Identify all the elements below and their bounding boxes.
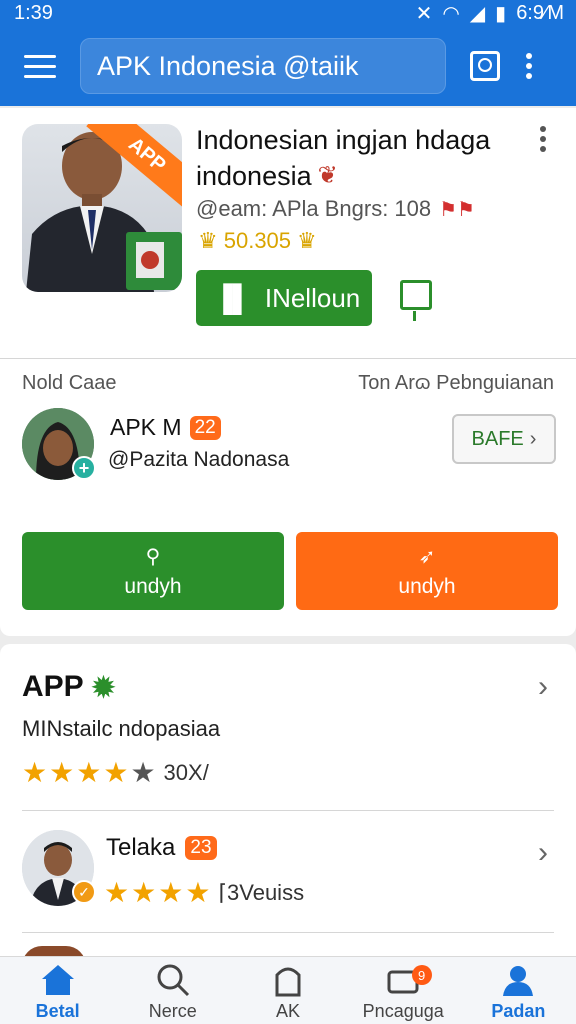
chevron-right-icon[interactable]: › — [538, 670, 548, 704]
star-filled-icon: ★ — [185, 877, 211, 908]
chevron-right-icon: › — [529, 427, 537, 450]
download-button-orange[interactable]: ➶ undyh — [296, 532, 558, 610]
search-input[interactable]: APK Indonesia @taiik — [80, 38, 446, 94]
chat-icon[interactable] — [400, 280, 432, 321]
status-time: 1:39 — [14, 1, 53, 24]
add-badge-icon: + — [72, 456, 96, 480]
reviewer-name-text: Telaka — [106, 834, 176, 861]
flag-icon: ⚑⚑ — [439, 198, 475, 221]
app-title: Indonesian ingjan hdaga indonesia ❦ — [196, 122, 516, 194]
rocket-icon: ➶ — [418, 545, 436, 568]
mute-icon: ✕ — [415, 2, 433, 25]
status-icons: ✕ ◠ ◢ ▮ 6:9∕M — [416, 1, 564, 26]
crown-icon: ♛ — [297, 228, 317, 253]
overflow-menu-icon[interactable] — [526, 53, 532, 79]
app-card-heading-text: APP — [22, 670, 84, 703]
developer-name: APK M 22 — [110, 414, 221, 441]
nav-item-search[interactable]: Nerce — [115, 957, 230, 1024]
star-filled-icon: ★ — [131, 877, 157, 908]
install-button-label: INelloun — [264, 282, 361, 313]
trophy-icon: ♛ — [198, 228, 218, 253]
star-filled-icon: ★ — [76, 757, 102, 788]
divider — [0, 358, 576, 359]
rating-count: 30X/ — [163, 759, 209, 785]
nav-item-updates[interactable]: 9 Pncaguga — [346, 957, 461, 1024]
reviewer-name: Telaka 23 — [106, 834, 217, 862]
battery-icon: ▮ — [495, 2, 507, 25]
reviewer-badge: 23 — [185, 836, 217, 860]
app-rating: ♛ 50.305 ♛ — [198, 228, 317, 254]
install-button[interactable]: ▐▌ INelloun — [196, 270, 372, 326]
developer-badge: 22 — [189, 415, 221, 440]
nav-label: Pncaguga — [362, 1001, 444, 1021]
review-rating: ★ ★ ★ ★ ⌈3Veuiss — [104, 876, 304, 909]
chevron-right-icon[interactable]: › — [538, 836, 548, 870]
search-icon[interactable] — [470, 51, 500, 81]
emblem-icon: ❦ — [317, 162, 338, 189]
app-overflow-menu-icon[interactable] — [540, 126, 546, 152]
signal-icon: ◢ — [469, 2, 486, 25]
bottom-navigation: Betal Nerce AK 9 Pncaguga Padan — [0, 956, 576, 1024]
search-icon — [155, 961, 191, 999]
section-label-left: Nold Caae — [22, 372, 117, 394]
wifi-icon: ◠ — [442, 2, 460, 25]
star-filled-icon: ★ — [49, 757, 75, 788]
app-detail-card: APP Indonesian ingjan hdaga indonesia ❦ … — [0, 108, 576, 636]
nav-label: Nerce — [148, 1001, 197, 1021]
gear-icon: ✹ — [91, 671, 116, 703]
app-title-line1: Indonesian ingjan hdaga — [196, 125, 491, 155]
app-title-line2: indonesia — [196, 161, 312, 191]
app-card-subtitle: MINstailc ndopasiaa — [22, 716, 221, 741]
safe-button[interactable]: BAFE › — [452, 414, 556, 464]
nav-label: Padan — [491, 1001, 546, 1021]
status-bar: 1:39 ✕ ◠ ◢ ▮ 6:9∕M — [0, 0, 576, 26]
download-icon: ▐▌ — [214, 282, 251, 313]
home-icon — [40, 961, 76, 999]
safe-button-label: BAFE — [471, 427, 524, 450]
app-meta-text: @eam: APla Bngrs: 108 — [196, 196, 432, 221]
star-filled-icon: ★ — [103, 757, 129, 788]
apps-icon — [273, 961, 303, 999]
updates-badge: 9 — [411, 965, 432, 985]
app-icon[interactable]: APP — [22, 124, 182, 292]
developer-name-text: APK M — [110, 414, 182, 440]
star-filled-icon: ★ — [158, 877, 184, 908]
app-rating-value: 50.305 — [223, 228, 292, 253]
profile-icon — [501, 961, 535, 999]
hamburger-menu-icon[interactable] — [0, 26, 80, 106]
nav-label: Betal — [35, 1001, 80, 1021]
reviews-text: ⌈3Veuiss — [218, 879, 305, 905]
app-bar: APK Indonesia @taiik — [0, 26, 576, 106]
nav-item-apps[interactable]: AK — [230, 957, 345, 1024]
star-empty-icon: ★ — [130, 757, 156, 788]
app-card-rating: ★ ★ ★ ★ ★ 30X/ — [22, 756, 209, 789]
app-info-card: APP ✹ › MINstailc ndopasiaa ★ ★ ★ ★ ★ 30… — [0, 644, 576, 966]
download-button-green[interactable]: ⚲ undyh — [22, 532, 284, 610]
divider — [22, 810, 554, 811]
nav-item-profile[interactable]: Padan — [461, 957, 576, 1024]
star-filled-icon: ★ — [104, 877, 130, 908]
nav-item-home[interactable]: Betal — [0, 957, 115, 1024]
microphone-icon: ⚲ — [145, 545, 161, 568]
status-clock: 6:9∕M — [516, 1, 564, 24]
verified-check-icon: ✓ — [72, 880, 96, 904]
app-meta: @eam: APla Bngrs: 108 ⚑⚑ — [196, 196, 475, 222]
download-green-label: undyh — [124, 574, 182, 598]
section-label-right: Ton Arɷ Pebnguianan — [358, 372, 554, 394]
divider — [22, 932, 554, 933]
nav-label: AK — [276, 1001, 301, 1021]
app-card-heading[interactable]: APP ✹ — [22, 670, 115, 704]
developer-handle: @Pazita Nadonasa — [108, 448, 290, 471]
download-orange-label: undyh — [398, 574, 456, 598]
star-filled-icon: ★ — [22, 757, 48, 788]
